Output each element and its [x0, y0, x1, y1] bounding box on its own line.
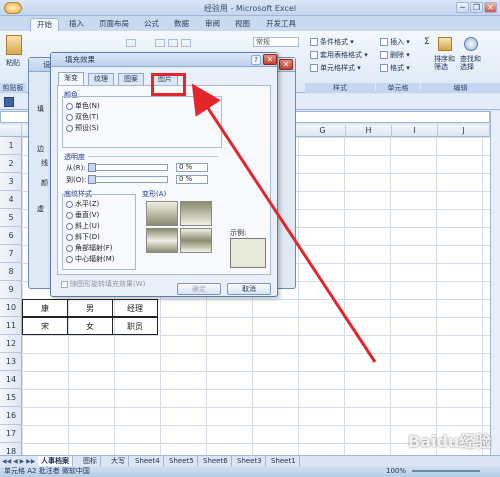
annotation-arrow [191, 83, 377, 363]
watermark: Baidu经验 [408, 432, 492, 451]
